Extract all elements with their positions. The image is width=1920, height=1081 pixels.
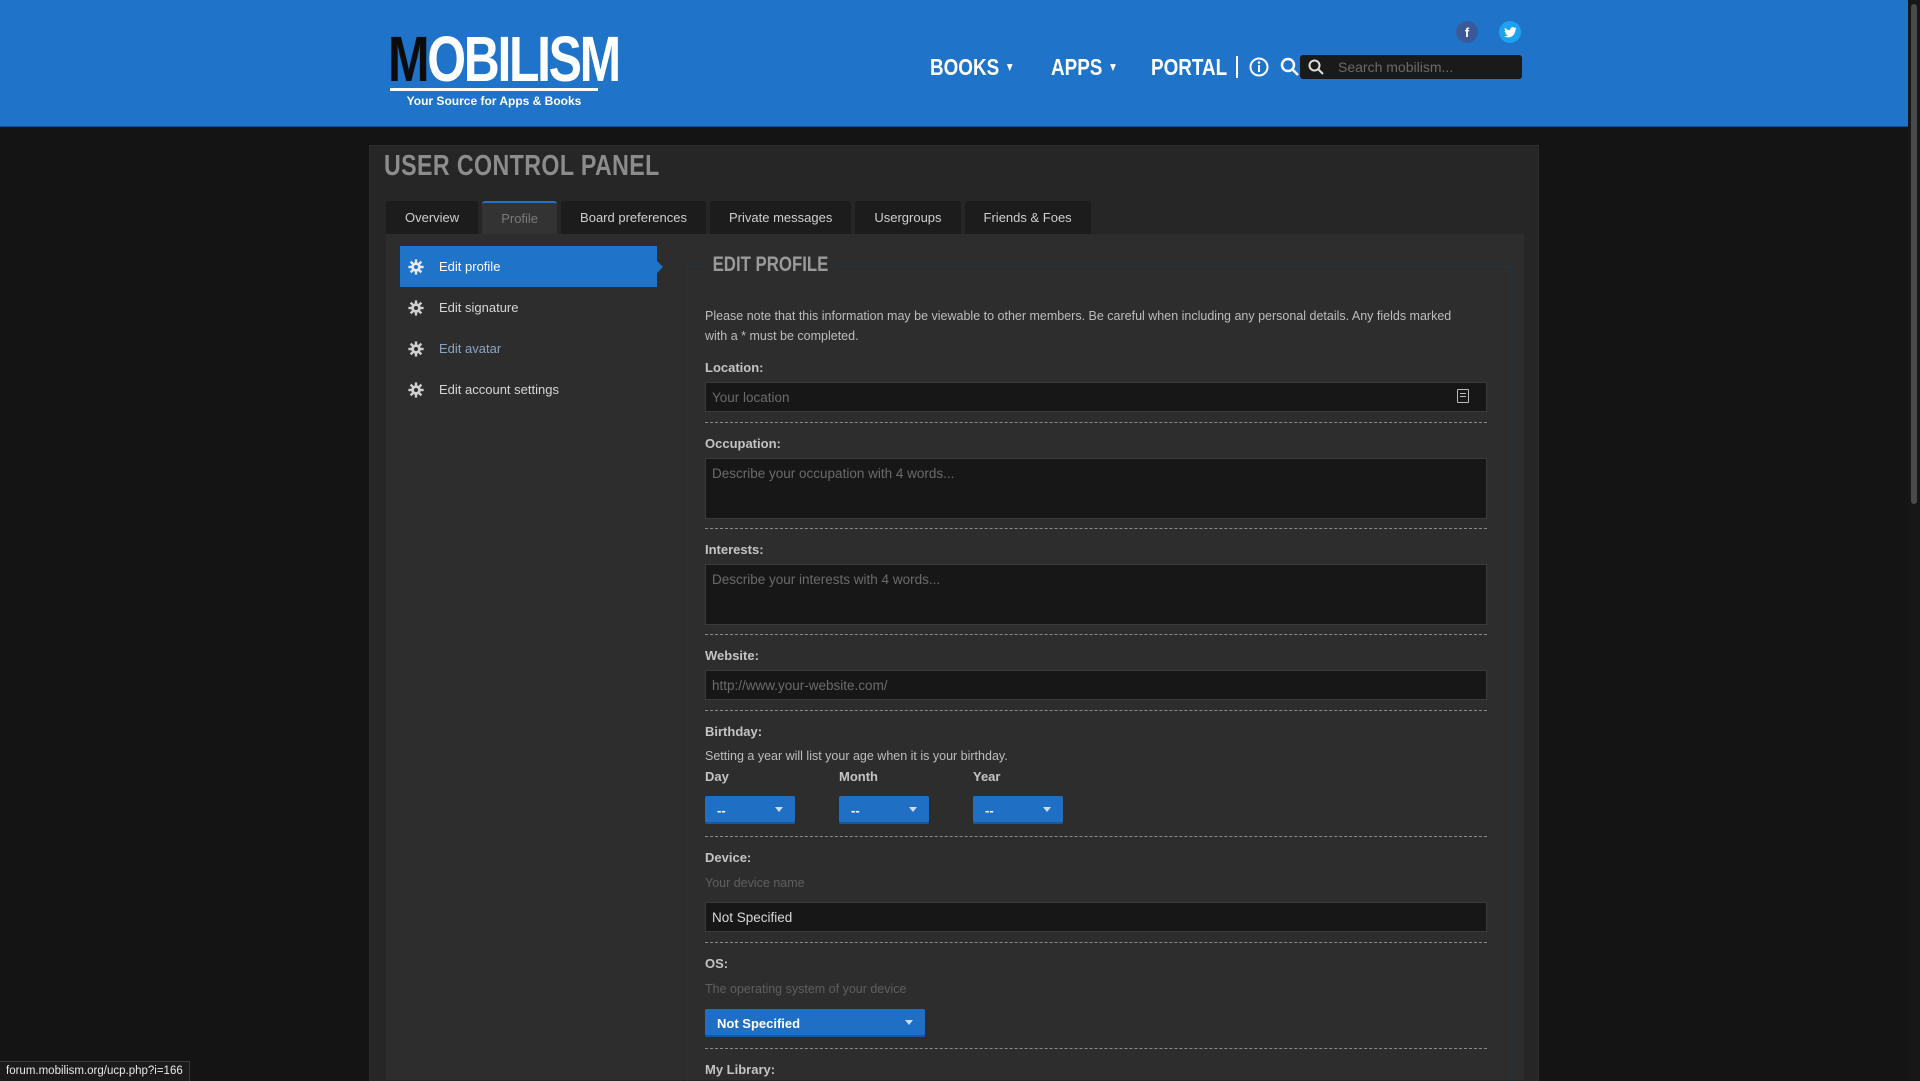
page-scrollbar[interactable] <box>1908 0 1920 1080</box>
sidebar-item-label: Edit signature <box>439 300 519 315</box>
ucp-sidebar: Edit profile Edit signature Edit avatar … <box>400 246 663 410</box>
os-label: OS: <box>705 956 729 971</box>
occupation-textarea[interactable] <box>705 458 1487 519</box>
caret-down-icon: ▼ <box>1004 60 1015 74</box>
gear-icon <box>408 299 424 316</box>
chevron-down-icon <box>1043 807 1051 812</box>
privacy-note: Please note that this information may be… <box>705 309 1452 343</box>
tab-board-preferences[interactable]: Board preferences <box>561 201 706 234</box>
location-input[interactable] <box>705 382 1487 412</box>
sidebar-item-label: Edit avatar <box>439 341 502 356</box>
my-library-label: My Library: <box>705 1062 776 1077</box>
nav-portal[interactable]: PORTAL <box>1151 54 1227 81</box>
birthday-note: Setting a year will list your age when i… <box>705 749 1008 763</box>
logo-rule <box>390 88 598 91</box>
twitter-icon[interactable] <box>1499 21 1521 43</box>
nav-portal-label: PORTAL <box>1150 53 1227 80</box>
nav-books-label: BOOKS <box>930 53 1000 80</box>
sidebar-item-edit-avatar[interactable]: Edit avatar <box>400 328 657 369</box>
page-title: USER CONTROL PANEL <box>384 150 660 182</box>
location-picker-icon[interactable] <box>1457 389 1469 403</box>
birthday-year-label: Year <box>973 769 1001 784</box>
location-label: Location: <box>705 360 764 375</box>
device-label: Device: <box>705 850 752 865</box>
tab-overview[interactable]: Overview <box>386 201 479 234</box>
site-logo[interactable]: MOBILISM Your Source for Apps & Books <box>388 26 621 111</box>
ucp-tabs: Overview Profile Board preferences Priva… <box>386 201 1095 234</box>
birthday-month-select[interactable]: -- <box>839 796 929 824</box>
scrollbar-thumb[interactable] <box>1911 4 1917 504</box>
logo-wordmark: MOBILISM <box>388 23 621 95</box>
caret-down-icon: ▼ <box>1108 60 1119 74</box>
site-header: MOBILISM Your Source for Apps & Books BO… <box>0 0 1908 127</box>
gear-icon <box>408 340 424 357</box>
device-hint: Your device name <box>705 876 805 890</box>
select-value: -- <box>851 802 860 818</box>
select-value: -- <box>985 802 994 818</box>
website-label: Website: <box>705 648 759 663</box>
website-input[interactable] <box>705 670 1487 700</box>
search-icon <box>1308 59 1324 75</box>
gear-icon <box>408 381 424 398</box>
birthday-day-label: Day <box>705 769 729 784</box>
sidebar-item-label: Edit profile <box>439 259 501 274</box>
divider <box>705 836 1487 837</box>
chevron-down-icon <box>775 807 783 812</box>
divider <box>705 528 1487 529</box>
nav-apps-label: APPS <box>1051 53 1103 80</box>
tab-friends-foes[interactable]: Friends & Foes <box>964 201 1091 234</box>
divider <box>705 942 1487 943</box>
gear-icon <box>408 258 424 275</box>
search-icon[interactable] <box>1279 56 1301 78</box>
birthday-label: Birthday: <box>705 724 763 739</box>
chevron-down-icon <box>905 1020 913 1025</box>
select-value: -- <box>717 802 726 818</box>
facebook-icon[interactable]: f <box>1456 21 1478 43</box>
select-value: Not Specified <box>717 1015 801 1031</box>
nav-separator <box>1235 56 1238 78</box>
sidebar-item-label: Edit account settings <box>439 382 559 397</box>
nav-apps[interactable]: APPS ▼ <box>1051 54 1118 81</box>
nav-books[interactable]: BOOKS ▼ <box>930 54 1015 81</box>
device-input[interactable] <box>705 902 1487 932</box>
divider <box>705 422 1487 423</box>
birthday-month-label: Month <box>839 769 878 784</box>
interests-label: Interests: <box>705 542 764 557</box>
chevron-down-icon <box>909 807 917 812</box>
birthday-day-select[interactable]: -- <box>705 796 795 824</box>
info-icon[interactable] <box>1248 56 1270 78</box>
divider <box>705 634 1487 635</box>
section-title: EDIT PROFILE <box>707 253 834 277</box>
interests-textarea[interactable] <box>705 564 1487 625</box>
sidebar-item-edit-profile[interactable]: Edit profile <box>400 246 663 287</box>
sidebar-item-edit-account-settings[interactable]: Edit account settings <box>400 369 657 410</box>
birthday-year-select[interactable]: -- <box>973 796 1063 824</box>
divider <box>705 1048 1487 1049</box>
os-hint: The operating system of your device <box>705 982 907 996</box>
os-select[interactable]: Not Specified <box>705 1009 925 1037</box>
tab-private-messages[interactable]: Private messages <box>710 201 852 234</box>
sidebar-item-edit-signature[interactable]: Edit signature <box>400 287 657 328</box>
site-search <box>1300 55 1522 79</box>
tab-profile[interactable]: Profile <box>482 201 558 234</box>
logo-tagline: Your Source for Apps & Books <box>406 94 582 108</box>
occupation-label: Occupation: <box>705 436 781 451</box>
tab-usergroups[interactable]: Usergroups <box>855 201 961 234</box>
divider <box>705 710 1487 711</box>
browser-status-url: forum.mobilism.org/ucp.php?i=166 <box>0 1061 190 1081</box>
search-input[interactable] <box>1338 59 1508 75</box>
